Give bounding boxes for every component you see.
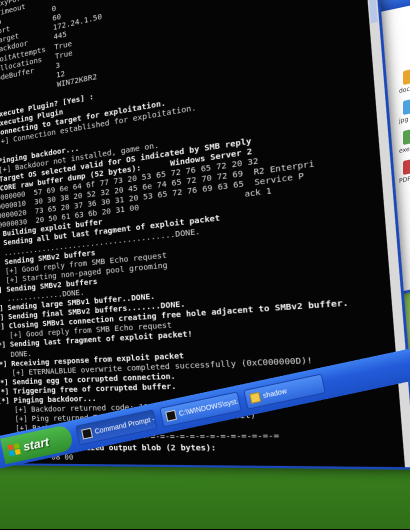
- folder-icon: [249, 391, 262, 404]
- task-label: Command Prompt - fb.py: [94, 412, 157, 436]
- task-label: C:\WINDOWS\syst...: [178, 397, 242, 418]
- task-label: shadow: [262, 387, 288, 400]
- console-icon: [165, 409, 178, 422]
- start-label: start: [21, 434, 51, 454]
- windows-flag-icon: [7, 442, 21, 456]
- console-icon: [81, 427, 93, 440]
